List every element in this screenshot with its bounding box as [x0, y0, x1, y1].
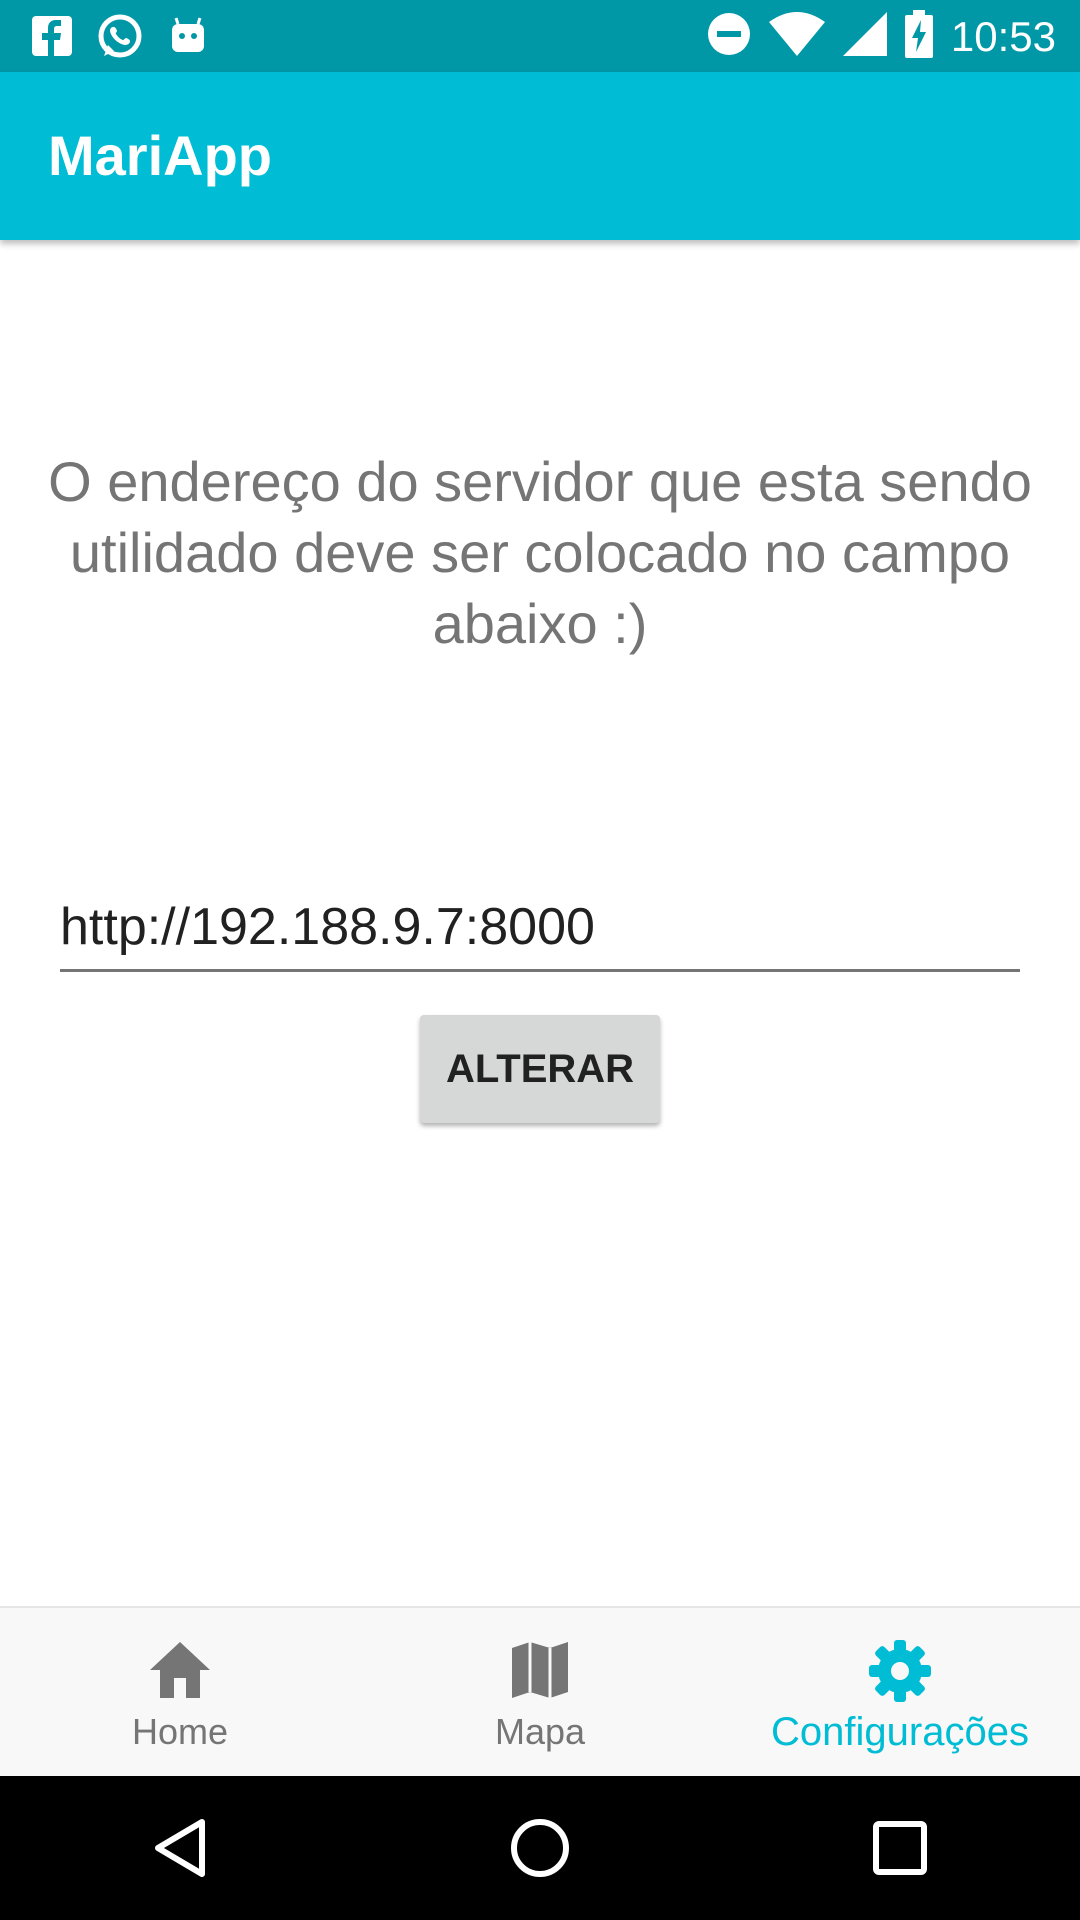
system-navigation-bar: [0, 1776, 1080, 1920]
change-server-button[interactable]: ALTERAR: [420, 1015, 660, 1123]
back-icon: [155, 1819, 205, 1877]
nav-item-configuracoes[interactable]: Configurações: [720, 1608, 1080, 1778]
server-address-input[interactable]: [60, 892, 1020, 972]
nav-item-mapa[interactable]: Mapa: [360, 1608, 720, 1778]
app-bar: MariApp: [0, 72, 1080, 240]
home-system-button[interactable]: [480, 1788, 600, 1908]
nav-label-home: Home: [131, 1711, 229, 1752]
status-time: 10:53: [950, 12, 1056, 60]
home-icon: [148, 1640, 212, 1700]
android-icon: [168, 16, 208, 61]
status-bar: 10:53: [0, 0, 1080, 72]
map-icon: [512, 1640, 568, 1700]
nav-item-home[interactable]: Home: [0, 1608, 360, 1778]
nav-label-mapa: Mapa: [494, 1711, 586, 1752]
battery-charging-icon: [904, 10, 933, 63]
facebook-icon: [32, 16, 72, 61]
wifi-icon: [768, 12, 825, 61]
server-instructions: O endereço do servidor que esta sendo ut…: [48, 450, 1032, 655]
app-title: MariApp: [48, 124, 272, 187]
nav-label-configuracoes: Configurações: [771, 1710, 1029, 1754]
whatsapp-icon: [96, 12, 144, 65]
recents-button[interactable]: [840, 1788, 960, 1908]
square-recents-icon: [873, 1821, 927, 1875]
signal-icon: [842, 12, 887, 61]
dnd-icon: [707, 12, 751, 61]
circle-home-icon: [511, 1819, 569, 1877]
bottom-navigation: Home Mapa Configurações: [0, 1606, 1080, 1778]
back-button[interactable]: [120, 1788, 240, 1908]
gear-icon: [869, 1640, 931, 1702]
